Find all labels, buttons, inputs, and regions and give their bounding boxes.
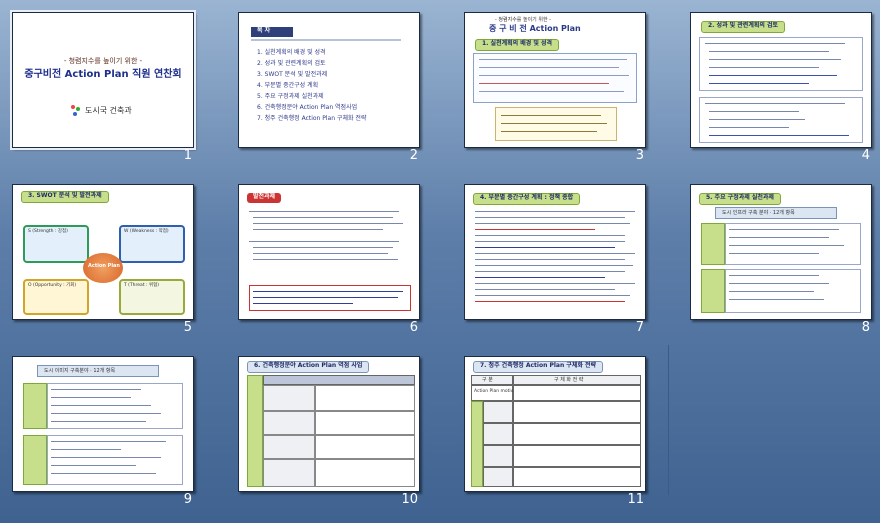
category-label <box>247 375 263 487</box>
slide-kicker: - 청렴지수를 높이기 위한 - <box>495 17 551 23</box>
table-cell <box>513 445 641 467</box>
slide-thumbnail-7[interactable]: 4. 부문별 중간구성 계획 : 정책 종합 7 <box>452 172 666 344</box>
table-cell <box>513 467 641 487</box>
table-cell <box>513 385 641 401</box>
table-cell <box>263 459 315 487</box>
org-name: 도시국 건축과 <box>85 106 132 115</box>
swot-strength: S (Strength : 강점) <box>23 225 89 263</box>
logo-icon <box>71 105 81 117</box>
table-header: 구 분 <box>471 375 513 385</box>
slide-number: 3 <box>635 148 644 163</box>
section-header: 3. SWOT 분석 및 발전과제 <box>21 191 109 203</box>
section-header: 7. 청주 건축행정 Action Plan 구체화 전략 <box>473 361 604 373</box>
slide-number: 2 <box>409 148 418 163</box>
section-header: 5. 주요 구정과제 실천과제 <box>699 193 781 205</box>
slide-thumbnail-1[interactable]: - 청렴지수를 높이기 위한 - 중구비전 Action Plan 직원 연찬회… <box>0 0 214 172</box>
swot-center-circle: Action Plan <box>83 253 123 283</box>
slide-thumbnail-3[interactable]: - 청렴지수를 높이기 위한 - 중 구 비 전 Action Plan 1. … <box>452 0 666 172</box>
slide-number: 8 <box>861 320 870 335</box>
slide-thumbnail-5[interactable]: 3. SWOT 분석 및 발전과제 S (Strength : 강점) W (W… <box>0 172 214 344</box>
slide-number: 1 <box>183 148 192 163</box>
slide-thumbnail-9[interactable]: 도시 이미지 구축분야 · 12개 항목 9 <box>0 344 214 516</box>
slide-preview[interactable]: 발전과제 <box>238 184 420 320</box>
slide-number: 11 <box>627 492 644 507</box>
slide-thumbnail-6[interactable]: 발전과제 6 <box>226 172 440 344</box>
slide-number: 10 <box>401 492 418 507</box>
swot-threat: T (Threat : 위협) <box>119 279 185 315</box>
table-cell <box>513 423 641 445</box>
table-cell <box>315 411 415 435</box>
category-label <box>701 269 725 313</box>
table-cell: Action Plan motive <box>471 385 516 401</box>
item-list <box>47 435 183 485</box>
slide-number: 7 <box>635 320 644 335</box>
table-cell <box>315 385 415 411</box>
slide-thumbnail-11[interactable]: 7. 청주 건축행정 Action Plan 구체화 전략 구 분 구 체 화 … <box>452 344 666 516</box>
table-cell <box>315 459 415 487</box>
slide-preview[interactable]: 도시 이미지 구축분야 · 12개 항목 <box>12 356 194 492</box>
table-cell <box>263 435 315 459</box>
highlight-box <box>495 107 617 141</box>
category-label <box>23 435 47 485</box>
slide-subtitle: - 청렴지수를 높이기 위한 - <box>63 57 143 65</box>
subsection-header: 도시 이미지 구축분야 · 12개 항목 <box>37 365 159 377</box>
slide-preview[interactable]: 3. SWOT 분석 및 발전과제 S (Strength : 강점) W (W… <box>12 184 194 320</box>
slide-number: 5 <box>183 320 192 335</box>
slide-number: 4 <box>861 148 870 163</box>
swot-weakness: W (Weakness : 약점) <box>119 225 185 263</box>
slide-number: 6 <box>409 320 418 335</box>
slide-preview[interactable]: - 청렴지수를 높이기 위한 - 중 구 비 전 Action Plan 1. … <box>464 12 646 148</box>
toc-list: 1. 실천계획의 배경 및 성격 2. 성과 및 관련계획의 검토 3. SWO… <box>257 49 367 122</box>
org-logo: 도시국 건축과 <box>71 105 132 117</box>
slide-preview[interactable]: 목 차 1. 실천계획의 배경 및 성격 2. 성과 및 관련계획의 검토 3.… <box>238 12 420 148</box>
category-label <box>23 383 47 429</box>
table-cell <box>483 423 513 445</box>
content-box <box>473 53 637 103</box>
table-cell <box>483 445 513 467</box>
section-header: 4. 부문별 중간구성 계획 : 정책 종합 <box>473 193 581 205</box>
slide-title: 중 구 비 전 Action Plan <box>489 24 581 33</box>
table-cell <box>513 401 641 423</box>
table-header: 구 체 화 전 략 <box>513 375 641 385</box>
slide-thumbnail-8[interactable]: 5. 주요 구정과제 실천과제 도시 인프라 구축 분야 · 12개 항목 8 <box>678 172 880 344</box>
note-box <box>249 285 411 311</box>
slide-title: 중구비전 Action Plan 직원 연찬회 <box>24 69 182 80</box>
slide-header: 목 차 <box>251 27 293 37</box>
table-cell <box>483 401 513 423</box>
table-cell <box>263 385 315 411</box>
table-header <box>263 375 415 385</box>
category-label <box>471 401 483 487</box>
section-header: 발전과제 <box>247 193 282 203</box>
category-label <box>701 223 725 265</box>
slide-preview[interactable]: 7. 청주 건축행정 Action Plan 구체화 전략 구 분 구 체 화 … <box>464 356 646 492</box>
slide-preview[interactable]: 6. 건축행정분야 Action Plan 역점 사업 <box>238 356 420 492</box>
slide-preview[interactable]: 4. 부문별 중간구성 계획 : 정책 종합 <box>464 184 646 320</box>
swot-opportunity: O (Opportunity : 기회) <box>23 279 89 315</box>
slide-thumbnail-4[interactable]: 2. 성과 및 관련계획의 검토 4 <box>678 0 880 172</box>
insertion-divider <box>668 345 669 495</box>
section-header: 1. 실천계획의 배경 및 성격 <box>475 39 560 51</box>
slide-thumbnail-2[interactable]: 목 차 1. 실천계획의 배경 및 성격 2. 성과 및 관련계획의 검토 3.… <box>226 0 440 172</box>
slide-preview[interactable]: 2. 성과 및 관련계획의 검토 <box>690 12 872 148</box>
table-cell <box>315 435 415 459</box>
subsection-header: 도시 인프라 구축 분야 · 12개 항목 <box>715 207 837 219</box>
section-header: 2. 성과 및 관련계획의 검토 <box>701 21 786 33</box>
slide-preview[interactable]: - 청렴지수를 높이기 위한 - 중구비전 Action Plan 직원 연찬회… <box>10 10 196 150</box>
section-header: 6. 건축행정분야 Action Plan 역점 사업 <box>247 361 370 373</box>
table-cell <box>263 411 315 435</box>
slide-preview[interactable]: 5. 주요 구정과제 실천과제 도시 인프라 구축 분야 · 12개 항목 <box>690 184 872 320</box>
table-cell <box>483 467 513 487</box>
slide-thumbnail-10[interactable]: 6. 건축행정분야 Action Plan 역점 사업 10 <box>226 344 440 516</box>
slide-number: 9 <box>183 492 192 507</box>
